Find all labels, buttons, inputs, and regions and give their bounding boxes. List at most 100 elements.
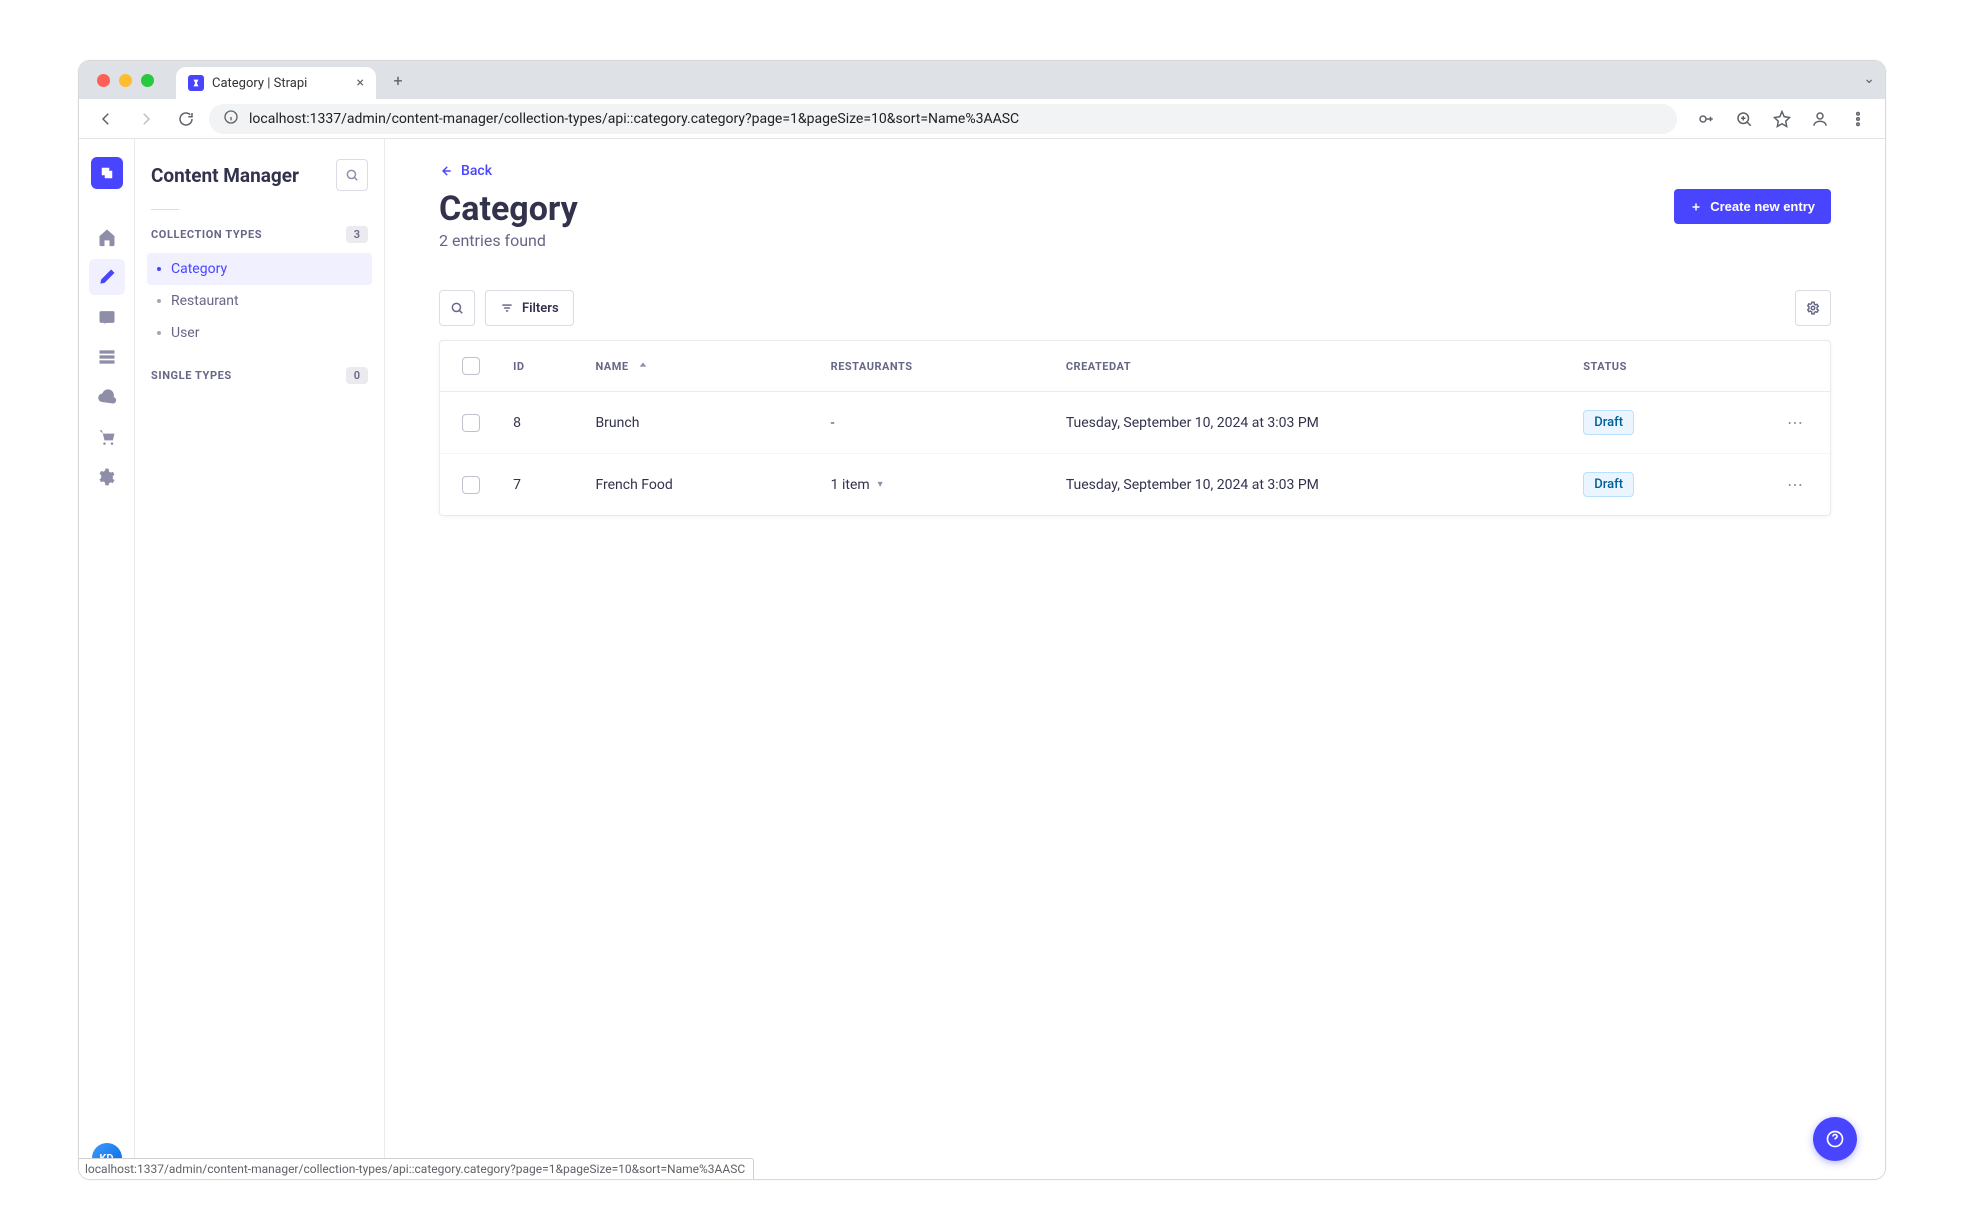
column-header-id[interactable]: ID <box>501 341 583 392</box>
table-settings-button[interactable] <box>1795 290 1831 326</box>
browser-window: Category | Strapi × + ⌄ localhost:1337/a… <box>78 60 1886 1180</box>
row-checkbox[interactable] <box>462 414 480 432</box>
cell-restaurants: - <box>819 392 1054 454</box>
table-row[interactable]: 7 French Food 1 item ▾ Tuesday, Septembe… <box>440 454 1830 516</box>
main-content: Back Category 2 entries found Create new… <box>385 139 1885 1179</box>
browser-toolbar: localhost:1337/admin/content-manager/col… <box>79 99 1885 139</box>
group-label: COLLECTION TYPES <box>151 228 262 241</box>
browser-reload-button[interactable] <box>169 104 203 134</box>
browser-forward-button[interactable] <box>129 104 163 134</box>
rail-home-icon[interactable] <box>89 219 125 255</box>
password-icon[interactable] <box>1689 104 1723 134</box>
window-maximize-button[interactable] <box>141 74 154 87</box>
cell-restaurants[interactable]: 1 item ▾ <box>819 454 1054 516</box>
row-actions-icon[interactable]: ⋯ <box>1787 413 1804 432</box>
create-button-label: Create new entry <box>1710 199 1815 214</box>
window-controls <box>91 74 168 87</box>
page-title: Category <box>439 189 578 229</box>
table-header: ID NAME RESTAURANTS CREATEDAT STATUS <box>440 341 1830 392</box>
status-badge: Draft <box>1583 472 1634 497</box>
row-actions-icon[interactable]: ⋯ <box>1787 475 1804 494</box>
kebab-menu-icon[interactable] <box>1841 104 1875 134</box>
column-header-name[interactable]: NAME <box>583 341 818 392</box>
group-count-badge: 0 <box>346 367 368 384</box>
browser-status-bar: localhost:1337/admin/content-manager/col… <box>79 1158 754 1179</box>
row-checkbox[interactable] <box>462 476 480 494</box>
help-button[interactable] <box>1813 1117 1857 1161</box>
select-all-checkbox[interactable] <box>462 357 480 375</box>
cell-id: 8 <box>501 392 583 454</box>
sidebar-divider <box>151 209 179 210</box>
bookmark-star-icon[interactable] <box>1765 104 1799 134</box>
sidebar-group-single-types: SINGLE TYPES 0 <box>151 367 368 384</box>
icon-rail: KD <box>79 139 135 1179</box>
gear-icon <box>1806 301 1820 315</box>
tab-close-icon[interactable]: × <box>357 75 364 91</box>
help-icon <box>1825 1129 1845 1149</box>
zoom-icon[interactable] <box>1727 104 1761 134</box>
column-header-restaurants[interactable]: RESTAURANTS <box>819 341 1054 392</box>
bullet-icon <box>157 267 161 271</box>
sort-asc-icon <box>638 360 648 370</box>
sidebar-item-user[interactable]: User <box>147 317 372 349</box>
page-subtitle: 2 entries found <box>439 231 578 250</box>
plus-icon <box>1690 201 1702 213</box>
rail-deploy-icon[interactable] <box>89 379 125 415</box>
tab-favicon <box>188 75 204 91</box>
cell-id: 7 <box>501 454 583 516</box>
column-header-createdat[interactable]: CREATEDAT <box>1054 341 1571 392</box>
column-header-status[interactable]: STATUS <box>1571 341 1759 392</box>
tab-overflow-button[interactable]: ⌄ <box>1863 71 1875 87</box>
app-container: KD Content Manager COLLECTION TYPES 3 Ca… <box>79 139 1885 1179</box>
cell-createdat: Tuesday, September 10, 2024 at 3:03 PM <box>1054 454 1571 516</box>
window-close-button[interactable] <box>97 74 110 87</box>
sidebar-group-collection-types: COLLECTION TYPES 3 Category Restaurant U… <box>151 226 368 349</box>
tab-title: Category | Strapi <box>212 76 307 91</box>
filter-icon <box>500 301 514 315</box>
restaurants-value: 1 item <box>831 477 870 493</box>
group-label: SINGLE TYPES <box>151 369 232 382</box>
caret-down-icon: ▾ <box>878 479 883 490</box>
profile-icon[interactable] <box>1803 104 1837 134</box>
browser-tab[interactable]: Category | Strapi × <box>176 67 376 99</box>
back-label: Back <box>461 163 492 179</box>
table-row[interactable]: 8 Brunch - Tuesday, September 10, 2024 a… <box>440 392 1830 454</box>
create-entry-button[interactable]: Create new entry <box>1674 189 1831 224</box>
search-icon <box>450 301 464 315</box>
browser-right-icons <box>1683 104 1875 134</box>
url-text: localhost:1337/admin/content-manager/col… <box>249 111 1019 127</box>
rail-settings-icon[interactable] <box>89 459 125 495</box>
window-minimize-button[interactable] <box>119 74 132 87</box>
bullet-icon <box>157 331 161 335</box>
table-search-button[interactable] <box>439 290 475 326</box>
bullet-icon <box>157 299 161 303</box>
column-label: NAME <box>595 360 628 373</box>
browser-url-field[interactable]: localhost:1337/admin/content-manager/col… <box>209 104 1677 134</box>
sidebar-title: Content Manager <box>151 164 299 187</box>
rail-content-type-builder-icon[interactable] <box>89 339 125 375</box>
back-link[interactable]: Back <box>439 163 492 179</box>
sidebar-item-label: Category <box>171 261 227 277</box>
sidebar-item-label: User <box>171 325 199 341</box>
sidebar-item-label: Restaurant <box>171 293 239 309</box>
rail-marketplace-icon[interactable] <box>89 419 125 455</box>
rail-media-library-icon[interactable] <box>89 299 125 335</box>
cell-name: Brunch <box>583 392 818 454</box>
filters-label: Filters <box>522 301 559 316</box>
status-badge: Draft <box>1583 410 1634 435</box>
rail-content-manager-icon[interactable] <box>89 259 125 295</box>
content-manager-sidebar: Content Manager COLLECTION TYPES 3 Categ… <box>135 139 385 1179</box>
group-count-badge: 3 <box>346 226 368 243</box>
sidebar-item-restaurant[interactable]: Restaurant <box>147 285 372 317</box>
arrow-left-icon <box>439 164 453 178</box>
sidebar-item-category[interactable]: Category <box>147 253 372 285</box>
strapi-logo[interactable] <box>91 157 123 189</box>
new-tab-button[interactable]: + <box>384 66 412 94</box>
cell-createdat: Tuesday, September 10, 2024 at 3:03 PM <box>1054 392 1571 454</box>
sidebar-search-button[interactable] <box>336 159 368 191</box>
filters-button[interactable]: Filters <box>485 290 574 326</box>
browser-back-button[interactable] <box>89 104 123 134</box>
entries-table: ID NAME RESTAURANTS CREATEDAT STATUS <box>439 340 1831 516</box>
site-info-icon[interactable] <box>223 109 239 129</box>
cell-name: French Food <box>583 454 818 516</box>
